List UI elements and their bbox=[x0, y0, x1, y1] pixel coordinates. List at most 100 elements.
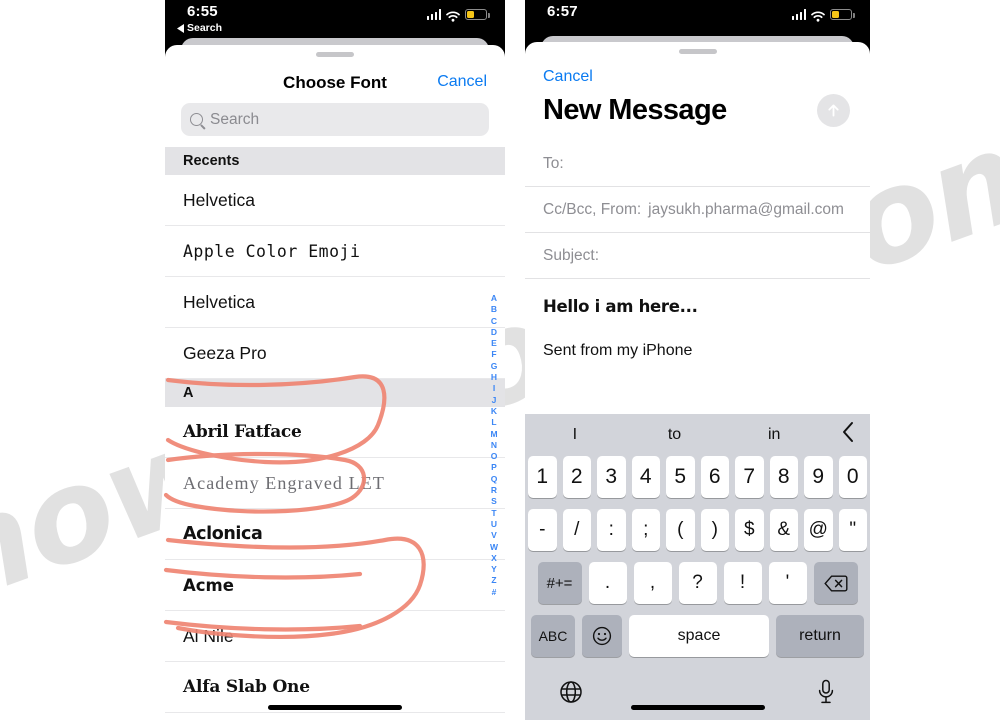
message-body[interactable]: Hello i am here... Sent from my iPhone bbox=[525, 279, 870, 360]
font-row[interactable]: Amercia Display bbox=[165, 713, 505, 720]
index-letter[interactable]: G bbox=[491, 361, 498, 372]
index-letter[interactable]: U bbox=[491, 519, 497, 530]
right-status-bar: 6:57 bbox=[525, 0, 870, 34]
prediction-2[interactable]: to bbox=[625, 426, 725, 444]
globe-icon[interactable] bbox=[559, 680, 583, 709]
index-letter[interactable]: C bbox=[491, 316, 497, 327]
prediction-1[interactable]: I bbox=[525, 426, 625, 444]
index-letter[interactable]: L bbox=[491, 417, 496, 428]
to-label: To: bbox=[543, 154, 564, 172]
key-4[interactable]: 4 bbox=[631, 456, 660, 498]
key-:[interactable]: : bbox=[597, 509, 626, 551]
index-letter[interactable]: R bbox=[491, 485, 497, 496]
index-letter[interactable]: J bbox=[492, 395, 497, 406]
font-row[interactable]: Geeza Pro bbox=[165, 328, 505, 379]
index-letter[interactable]: W bbox=[490, 542, 498, 553]
home-indicator bbox=[630, 705, 765, 710]
key-3[interactable]: 3 bbox=[597, 456, 626, 498]
subject-field[interactable]: Subject: bbox=[525, 233, 870, 279]
key-8[interactable]: 8 bbox=[769, 456, 798, 498]
key-9[interactable]: 9 bbox=[804, 456, 833, 498]
index-letter[interactable]: A bbox=[491, 293, 497, 304]
index-letter[interactable]: O bbox=[491, 451, 498, 462]
index-letter[interactable]: E bbox=[491, 338, 497, 349]
arrow-up-icon bbox=[828, 104, 839, 117]
microphone-icon[interactable] bbox=[816, 679, 836, 710]
new-message-sheet: Cancel New Message To: Cc/Bcc, From: jay… bbox=[525, 42, 870, 720]
symbols-key[interactable]: #+= bbox=[537, 562, 582, 604]
key-;[interactable]: ; bbox=[631, 509, 660, 551]
status-indicators bbox=[426, 9, 490, 22]
key-,[interactable]: , bbox=[633, 562, 672, 604]
index-letter[interactable]: F bbox=[491, 349, 496, 360]
key-'[interactable]: ' bbox=[768, 562, 807, 604]
key-6[interactable]: 6 bbox=[700, 456, 729, 498]
font-row[interactable]: Helvetica bbox=[165, 277, 505, 328]
chevron-left-icon[interactable] bbox=[824, 421, 870, 449]
cancel-button[interactable]: Cancel bbox=[525, 54, 870, 86]
index-letter[interactable]: M bbox=[490, 429, 497, 440]
back-to-search-indicator[interactable]: Search bbox=[177, 22, 222, 34]
key-5[interactable]: 5 bbox=[666, 456, 695, 498]
key-/[interactable]: / bbox=[562, 509, 591, 551]
index-letter[interactable]: S bbox=[491, 496, 497, 507]
index-letter[interactable]: H bbox=[491, 372, 497, 383]
send-button[interactable] bbox=[817, 94, 850, 127]
font-row[interactable]: Abril Fatface bbox=[165, 407, 505, 458]
font-row[interactable]: Apple Color Emoji bbox=[165, 226, 505, 277]
index-letter[interactable]: Z bbox=[491, 575, 496, 586]
key-2[interactable]: 2 bbox=[562, 456, 591, 498]
key-@[interactable]: @ bbox=[804, 509, 833, 551]
right-phone-screenshot: 6:57 Cancel New Message To: Cc/Bcc, From… bbox=[525, 0, 870, 720]
emoji-smiley-icon[interactable] bbox=[582, 615, 622, 657]
abc-key[interactable]: ABC bbox=[531, 615, 575, 657]
font-row[interactable]: Al Nile bbox=[165, 611, 505, 662]
status-time: 6:55 bbox=[187, 3, 218, 20]
index-letter[interactable]: K bbox=[491, 406, 497, 417]
key-)[interactable]: ) bbox=[700, 509, 729, 551]
key-1[interactable]: 1 bbox=[528, 456, 557, 498]
left-phone-screenshot: 6:55 Search Choose Font Cancel Search Re… bbox=[165, 0, 505, 720]
subject-label: Subject: bbox=[543, 246, 600, 264]
back-triangle-icon bbox=[177, 23, 184, 33]
index-letter[interactable]: V bbox=[491, 530, 497, 541]
key-"[interactable]: " bbox=[838, 509, 867, 551]
cancel-button[interactable]: Cancel bbox=[437, 73, 487, 91]
alphabet-index[interactable]: A B C D E F G H I J K L M N O P Q R S T U V W X Y Z # bbox=[487, 293, 501, 598]
index-letter[interactable]: X bbox=[491, 553, 497, 564]
key-([interactable]: ( bbox=[666, 509, 695, 551]
key-?[interactable]: ? bbox=[678, 562, 717, 604]
search-input[interactable]: Search bbox=[181, 103, 489, 136]
choose-font-header: Choose Font Cancel bbox=[165, 57, 505, 103]
index-letter[interactable]: Q bbox=[491, 474, 498, 485]
prediction-3[interactable]: in bbox=[724, 426, 824, 444]
index-letter[interactable]: # bbox=[492, 587, 497, 598]
index-letter[interactable]: Y bbox=[491, 564, 497, 575]
cc-bcc-from-field[interactable]: Cc/Bcc, From: jaysukh.pharma@gmail.com bbox=[525, 187, 870, 233]
index-letter[interactable]: P bbox=[491, 462, 497, 473]
key-.[interactable]: . bbox=[588, 562, 627, 604]
keyboard-row-numbers: 1234567890 bbox=[528, 456, 867, 498]
index-letter[interactable]: B bbox=[491, 304, 497, 315]
key-7[interactable]: 7 bbox=[735, 456, 764, 498]
return-key[interactable]: return bbox=[776, 615, 864, 657]
status-indicators bbox=[791, 9, 855, 22]
space-key[interactable]: space bbox=[629, 615, 769, 657]
font-row[interactable]: Helvetica bbox=[165, 175, 505, 226]
key-![interactable]: ! bbox=[723, 562, 762, 604]
to-field[interactable]: To: bbox=[525, 141, 870, 187]
font-row[interactable]: Aclonica bbox=[165, 509, 505, 560]
wifi-icon bbox=[811, 9, 825, 22]
key-$[interactable]: $ bbox=[735, 509, 764, 551]
key-&[interactable]: & bbox=[769, 509, 798, 551]
index-letter[interactable]: I bbox=[493, 383, 495, 394]
key--[interactable]: - bbox=[528, 509, 557, 551]
font-row[interactable]: Academy Engraved LET bbox=[165, 458, 505, 509]
index-letter[interactable]: N bbox=[491, 440, 497, 451]
key-0[interactable]: 0 bbox=[838, 456, 867, 498]
index-letter[interactable]: T bbox=[491, 508, 496, 519]
body-text: Hello i am here... bbox=[543, 297, 698, 316]
delete-backward-icon[interactable] bbox=[813, 562, 858, 604]
font-row[interactable]: Acme bbox=[165, 560, 505, 611]
index-letter[interactable]: D bbox=[491, 327, 497, 338]
